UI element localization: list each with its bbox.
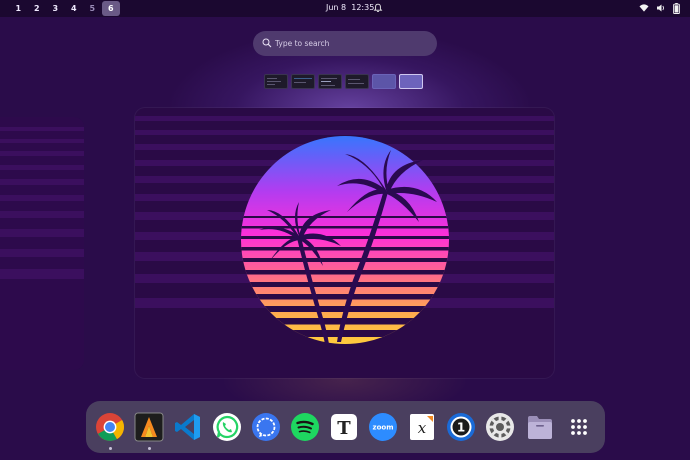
workspace-indicator: 1 2 3 4 5 6	[9, 1, 120, 16]
top-bar: 1 2 3 4 5 6 Jun 8 12:35	[0, 0, 690, 17]
chrome-icon	[96, 413, 124, 441]
dock-app-spotify[interactable]	[290, 412, 320, 442]
zoom-glyph: zoom	[373, 424, 394, 432]
search-icon	[262, 38, 272, 48]
search-bar[interactable]	[253, 31, 437, 56]
dock-app-alacritty[interactable]	[134, 412, 164, 442]
dock-app-1password[interactable]: 1	[446, 412, 476, 442]
workspace-5-button[interactable]: 5	[83, 1, 102, 16]
date-label: Jun 8	[326, 3, 347, 12]
window-preview-main[interactable]	[135, 108, 554, 378]
workspace-6-button[interactable]: 6	[101, 1, 120, 16]
files-icon	[528, 416, 552, 439]
whatsapp-icon	[213, 413, 241, 441]
dock-app-zoom[interactable]: zoom	[368, 412, 398, 442]
workspace-thumbnail-1[interactable]	[264, 74, 288, 89]
synthwave-sun-wallpaper	[241, 136, 449, 344]
dock-app-xournal[interactable]: x	[407, 412, 437, 442]
dock-app-files[interactable]	[525, 412, 555, 442]
workspace-3-button[interactable]: 3	[46, 1, 65, 16]
workspace-4-button[interactable]: 4	[65, 1, 84, 16]
xournal-icon: x	[410, 414, 434, 440]
workspace-thumbnail-3[interactable]	[318, 74, 342, 89]
dock-app-signal[interactable]	[251, 412, 281, 442]
dock-app-vscode[interactable]	[173, 412, 203, 442]
workspace-thumbnail-4[interactable]	[345, 74, 369, 89]
battery-icon	[673, 3, 680, 14]
xournal-glyph: x	[418, 419, 427, 437]
settings-icon	[486, 413, 514, 441]
dock-show-applications[interactable]	[564, 412, 594, 442]
dock-app-chrome[interactable]	[95, 412, 125, 442]
dock-app-whatsapp[interactable]	[212, 412, 242, 442]
alacritty-running-indicator	[148, 447, 151, 450]
window-preview-left[interactable]	[0, 117, 84, 370]
workspace-thumbnail-2[interactable]	[291, 74, 315, 89]
app-grid-icon	[571, 419, 587, 435]
signal-icon	[252, 413, 280, 441]
workspace-1-button[interactable]: 1	[9, 1, 28, 16]
dock-app-settings[interactable]	[485, 412, 515, 442]
vscode-icon	[175, 414, 200, 440]
zoom-icon: zoom	[369, 413, 397, 441]
typora-glyph: T	[337, 418, 351, 439]
dock: T zoom x 1	[86, 401, 605, 453]
system-tray[interactable]	[639, 3, 680, 14]
workspace-thumbnails	[264, 74, 423, 89]
volume-icon	[657, 4, 664, 12]
alacritty-icon	[134, 412, 164, 442]
wifi-icon	[639, 4, 649, 12]
notification-bell-icon[interactable]	[373, 3, 383, 13]
typora-icon: T	[331, 414, 357, 440]
workspace-2-button[interactable]: 2	[28, 1, 47, 16]
onepassword-glyph: 1	[457, 421, 465, 435]
chrome-running-indicator	[109, 447, 112, 450]
onepassword-icon: 1	[447, 413, 475, 441]
spotify-icon	[291, 413, 319, 441]
clock[interactable]: Jun 8 12:35	[326, 3, 374, 12]
search-input[interactable]	[275, 31, 430, 56]
time-label: 12:35	[351, 3, 375, 12]
dock-app-typora[interactable]: T	[329, 412, 359, 442]
workspace-thumbnail-6[interactable]	[399, 74, 423, 89]
workspace-thumbnail-5[interactable]	[372, 74, 396, 89]
